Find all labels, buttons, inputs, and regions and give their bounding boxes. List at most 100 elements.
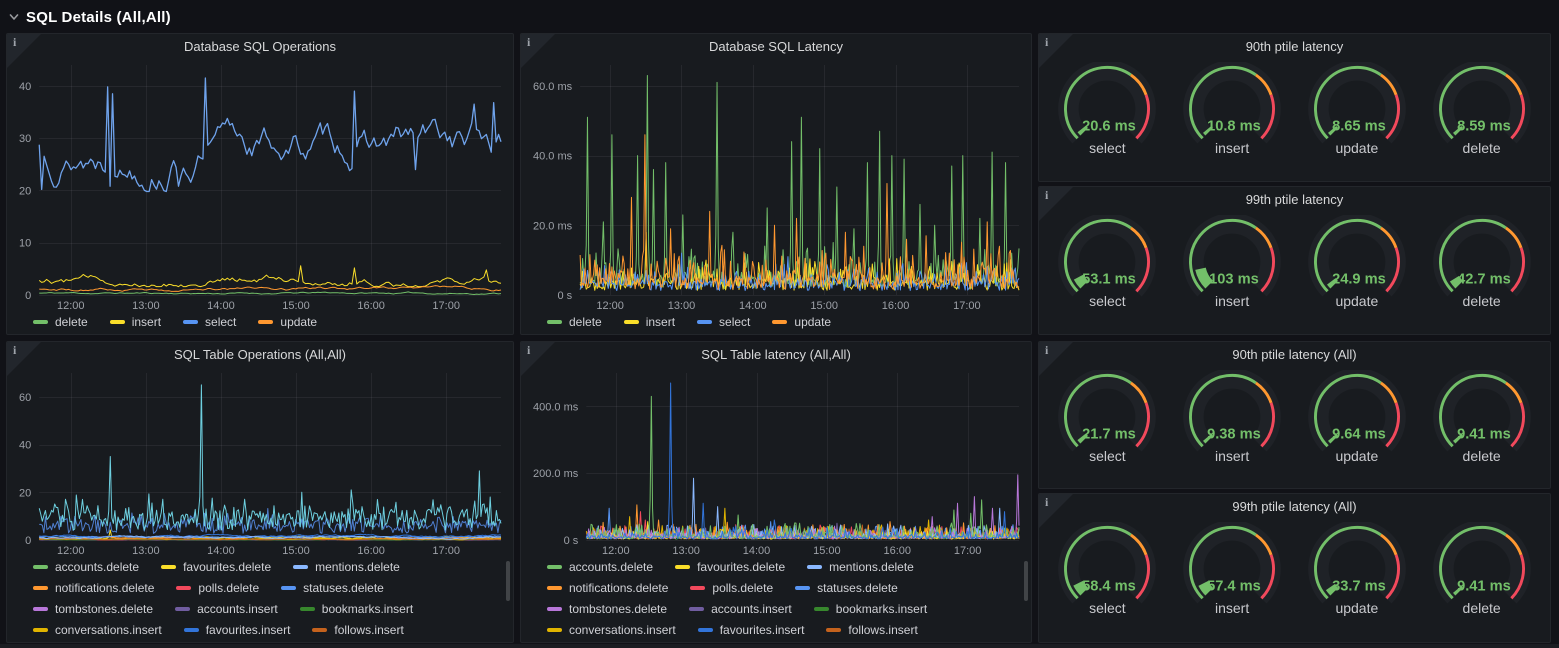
sql-table-latency-chart[interactable] — [529, 368, 1023, 557]
row-header-sql-details[interactable]: SQL Details (All,All) — [8, 4, 171, 30]
legend-label: delete — [55, 315, 88, 329]
legend-label: select — [205, 315, 236, 329]
panel-title[interactable]: 90th ptile latency (All) — [1039, 342, 1550, 368]
legend-item-favourites.delete[interactable]: favourites.delete — [161, 560, 271, 574]
series-color-swatch — [698, 628, 713, 632]
panel-info-icon[interactable]: i — [7, 342, 41, 376]
legend-item-polls.delete[interactable]: polls.delete — [690, 581, 773, 595]
panel-database-sql-latency: i Database SQL Latency delete insert selec… — [520, 33, 1032, 335]
legend-label: polls.delete — [198, 581, 259, 595]
panel-info-icon[interactable]: i — [521, 34, 555, 68]
series-color-swatch — [795, 586, 810, 590]
gauge-row: 53.1 msselect103 msinsert24.9 msupdate42… — [1039, 213, 1550, 334]
next-row-divider — [0, 644, 1559, 648]
database-sql-operations-chart[interactable] — [15, 60, 505, 312]
gauge-value: 33.7 ms — [1332, 578, 1386, 594]
legend-item-accounts.delete[interactable]: accounts.delete — [547, 560, 653, 574]
series-color-swatch — [772, 320, 787, 324]
legend-item-accounts.insert[interactable]: accounts.insert — [689, 602, 792, 616]
legend-item-notifications.delete[interactable]: notifications.delete — [547, 581, 668, 595]
legend-item-update[interactable]: update — [258, 315, 317, 329]
series-color-swatch — [547, 607, 562, 611]
gauge-arc: 9.41 ms — [1428, 522, 1536, 608]
gauge-arc: 24.9 ms — [1303, 215, 1411, 301]
legend-item-tombstones.delete[interactable]: tombstones.delete — [33, 602, 153, 616]
legend-item-insert[interactable]: insert — [110, 315, 161, 329]
gauge-value: 21.7 ms — [1082, 426, 1136, 442]
panel-info-icon[interactable]: i — [1039, 187, 1073, 221]
gauge-value: 42.7 ms — [1457, 271, 1511, 287]
legend-item-tombstones.delete[interactable]: tombstones.delete — [547, 602, 667, 616]
legend-label: tombstones.delete — [55, 602, 153, 616]
legend-item-select[interactable]: select — [697, 315, 750, 329]
panel-title[interactable]: Database SQL Operations — [7, 34, 513, 60]
gauge-arc: 42.7 ms — [1428, 215, 1536, 301]
panel-title[interactable]: 90th ptile latency — [1039, 34, 1550, 60]
panel-99th-ptile-latency: i 99th ptile latency 53.1 msselect103 ms… — [1038, 186, 1551, 335]
legend-label: accounts.insert — [711, 602, 792, 616]
gauge-update: 8.65 msupdate — [1295, 62, 1419, 156]
legend-label: notifications.delete — [569, 581, 668, 595]
legend-item-favourites.delete[interactable]: favourites.delete — [675, 560, 785, 574]
legend-item-delete[interactable]: delete — [547, 315, 602, 329]
legend-scrollbar[interactable] — [1024, 561, 1028, 601]
legend-item-bookmarks.insert[interactable]: bookmarks.insert — [814, 602, 927, 616]
gauge-arc: 9.41 ms — [1428, 370, 1536, 456]
panel-title[interactable]: 99th ptile latency — [1039, 187, 1550, 213]
gauge-arc: 9.64 ms — [1303, 370, 1411, 456]
gauge-arc: 21.7 ms — [1053, 370, 1161, 456]
legend-label: mentions.delete — [829, 560, 914, 574]
legend-item-polls.delete[interactable]: polls.delete — [176, 581, 259, 595]
legend-item-statuses.delete[interactable]: statuses.delete — [795, 581, 898, 595]
legend-item-bookmarks.insert[interactable]: bookmarks.insert — [300, 602, 413, 616]
legend-item-follows.insert[interactable]: follows.insert — [826, 623, 917, 637]
gauge-value: 57.4 ms — [1207, 578, 1261, 594]
legend-item-follows.insert[interactable]: follows.insert — [312, 623, 403, 637]
database-sql-latency-chart[interactable] — [529, 60, 1023, 312]
gauge-arc: 103 ms — [1178, 215, 1286, 301]
series-color-swatch — [689, 607, 704, 611]
panel-info-icon[interactable]: i — [1039, 494, 1073, 528]
legend-label: accounts.delete — [569, 560, 653, 574]
legend-item-accounts.delete[interactable]: accounts.delete — [33, 560, 139, 574]
legend-label: conversations.insert — [569, 623, 676, 637]
gauge-value: 9.41 ms — [1457, 426, 1511, 442]
legend-item-conversations.insert[interactable]: conversations.insert — [33, 623, 162, 637]
series-color-swatch — [33, 565, 48, 569]
panel-info-icon[interactable]: i — [1039, 34, 1073, 68]
series-color-swatch — [807, 565, 822, 569]
legend-item-update[interactable]: update — [772, 315, 831, 329]
legend-item-select[interactable]: select — [183, 315, 236, 329]
legend-label: update — [794, 315, 831, 329]
panel-title[interactable]: Database SQL Latency — [521, 34, 1031, 60]
series-color-swatch — [697, 320, 712, 324]
panel-title[interactable]: SQL Table Operations (All,All) — [7, 342, 513, 368]
legend-scrollbar[interactable] — [506, 561, 510, 601]
legend-item-accounts.insert[interactable]: accounts.insert — [175, 602, 278, 616]
series-color-swatch — [110, 320, 125, 324]
panel-title[interactable]: SQL Table latency (All,All) — [521, 342, 1031, 368]
legend-item-favourites.insert[interactable]: favourites.insert — [184, 623, 291, 637]
legend-label: update — [280, 315, 317, 329]
panel-info-icon[interactable]: i — [7, 34, 41, 68]
panel-title[interactable]: 99th ptile latency (All) — [1039, 494, 1550, 520]
gauge-value: 10.8 ms — [1207, 118, 1261, 134]
legend-item-notifications.delete[interactable]: notifications.delete — [33, 581, 154, 595]
legend-item-favourites.insert[interactable]: favourites.insert — [698, 623, 805, 637]
legend-label: favourites.insert — [206, 623, 291, 637]
panel-info-icon[interactable]: i — [1039, 342, 1073, 376]
legend-item-mentions.delete[interactable]: mentions.delete — [807, 560, 914, 574]
series-color-swatch — [547, 565, 562, 569]
series-color-swatch — [547, 320, 562, 324]
legend-item-conversations.insert[interactable]: conversations.insert — [547, 623, 676, 637]
legend-item-mentions.delete[interactable]: mentions.delete — [293, 560, 400, 574]
legend-item-delete[interactable]: delete — [33, 315, 88, 329]
gauge-value: 53.1 ms — [1082, 271, 1136, 287]
legend-label: follows.insert — [334, 623, 403, 637]
legend-label: insert — [132, 315, 161, 329]
sql-table-operations-chart[interactable] — [15, 368, 505, 557]
legend-item-statuses.delete[interactable]: statuses.delete — [281, 581, 384, 595]
legend-item-insert[interactable]: insert — [624, 315, 675, 329]
panel-info-icon[interactable]: i — [521, 342, 555, 376]
series-color-swatch — [161, 565, 176, 569]
